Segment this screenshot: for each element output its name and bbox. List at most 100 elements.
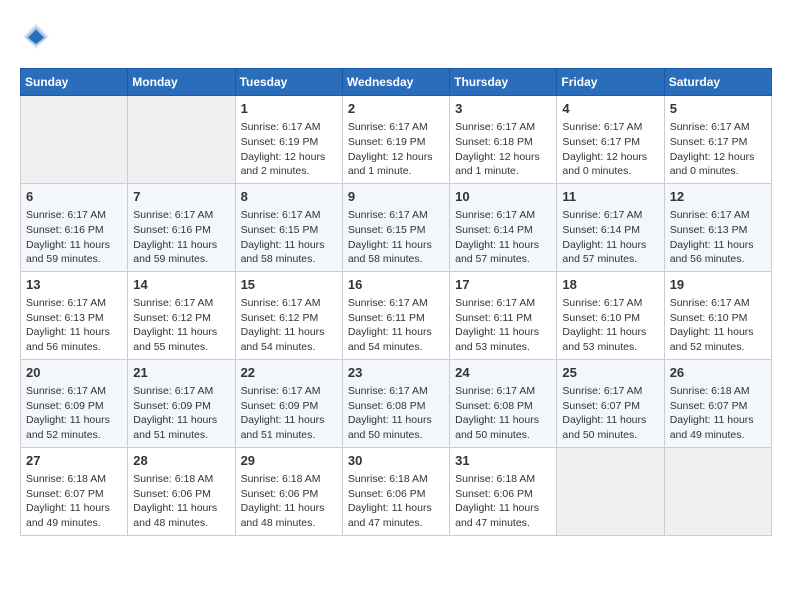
calendar-cell: 3 Sunrise: 6:17 AM Sunset: 6:18 PM Daylig… (450, 96, 557, 184)
day-number: 11 (562, 188, 658, 206)
calendar-table: SundayMondayTuesdayWednesdayThursdayFrid… (20, 68, 772, 536)
day-info: Sunrise: 6:17 AM Sunset: 6:15 PM Dayligh… (241, 208, 337, 267)
day-info: Sunrise: 6:17 AM Sunset: 6:12 PM Dayligh… (241, 296, 337, 355)
day-number: 21 (133, 364, 229, 382)
calendar-cell: 8 Sunrise: 6:17 AM Sunset: 6:15 PM Daylig… (235, 183, 342, 271)
day-number: 19 (670, 276, 766, 294)
calendar-cell: 18 Sunrise: 6:17 AM Sunset: 6:10 PM Dayli… (557, 271, 664, 359)
day-info: Sunrise: 6:17 AM Sunset: 6:08 PM Dayligh… (455, 384, 551, 443)
day-info: Sunrise: 6:17 AM Sunset: 6:10 PM Dayligh… (670, 296, 766, 355)
calendar-week-row: 27Sunrise: 6:18 AM Sunset: 6:07 PM Dayli… (21, 447, 772, 535)
day-info: Sunrise: 6:18 AM Sunset: 6:06 PM Dayligh… (455, 472, 551, 531)
calendar-cell: 15 Sunrise: 6:17 AM Sunset: 6:12 PM Dayli… (235, 271, 342, 359)
day-info: Sunrise: 6:17 AM Sunset: 6:16 PM Dayligh… (26, 208, 122, 267)
calendar-cell: 7 Sunrise: 6:17 AM Sunset: 6:16 PM Daylig… (128, 183, 235, 271)
day-info: Sunrise: 6:17 AM Sunset: 6:15 PM Dayligh… (348, 208, 444, 267)
day-number: 29 (241, 452, 337, 470)
day-info: Sunrise: 6:17 AM Sunset: 6:17 PM Dayligh… (562, 120, 658, 179)
day-number: 3 (455, 100, 551, 118)
day-info: Sunrise: 6:17 AM Sunset: 6:07 PM Dayligh… (562, 384, 658, 443)
calendar-cell: 25 Sunrise: 6:17 AM Sunset: 6:07 PM Dayli… (557, 359, 664, 447)
day-info: Sunrise: 6:17 AM Sunset: 6:17 PM Dayligh… (670, 120, 766, 179)
calendar-week-row: 20 Sunrise: 6:17 AM Sunset: 6:09 PM Dayli… (21, 359, 772, 447)
day-number: 30 (348, 452, 444, 470)
calendar-cell: 5 Sunrise: 6:17 AM Sunset: 6:17 PM Daylig… (664, 96, 771, 184)
day-info: Sunrise: 6:18 AM Sunset: 6:07 PM Dayligh… (26, 472, 122, 531)
day-number: 17 (455, 276, 551, 294)
calendar-cell: 13 Sunrise: 6:17 AM Sunset: 6:13 PM Dayli… (21, 271, 128, 359)
calendar-week-row: 6 Sunrise: 6:17 AM Sunset: 6:16 PM Daylig… (21, 183, 772, 271)
calendar-cell: 4 Sunrise: 6:17 AM Sunset: 6:17 PM Daylig… (557, 96, 664, 184)
calendar-week-row: 1 Sunrise: 6:17 AM Sunset: 6:19 PM Daylig… (21, 96, 772, 184)
calendar-cell: 24Sunrise: 6:17 AM Sunset: 6:08 PM Dayli… (450, 359, 557, 447)
day-info: Sunrise: 6:17 AM Sunset: 6:19 PM Dayligh… (348, 120, 444, 179)
calendar-cell: 27Sunrise: 6:18 AM Sunset: 6:07 PM Dayli… (21, 447, 128, 535)
calendar-cell: 6 Sunrise: 6:17 AM Sunset: 6:16 PM Daylig… (21, 183, 128, 271)
calendar-cell: 9 Sunrise: 6:17 AM Sunset: 6:15 PM Daylig… (342, 183, 449, 271)
calendar-cell: 23 Sunrise: 6:17 AM Sunset: 6:08 PM Dayli… (342, 359, 449, 447)
day-info: Sunrise: 6:18 AM Sunset: 6:06 PM Dayligh… (133, 472, 229, 531)
day-info: Sunrise: 6:17 AM Sunset: 6:11 PM Dayligh… (348, 296, 444, 355)
calendar-cell: 14Sunrise: 6:17 AM Sunset: 6:12 PM Dayli… (128, 271, 235, 359)
calendar-cell: 12 Sunrise: 6:17 AM Sunset: 6:13 PM Dayli… (664, 183, 771, 271)
day-info: Sunrise: 6:17 AM Sunset: 6:09 PM Dayligh… (133, 384, 229, 443)
day-info: Sunrise: 6:17 AM Sunset: 6:10 PM Dayligh… (562, 296, 658, 355)
weekday-header: Sunday (21, 69, 128, 96)
day-number: 28 (133, 452, 229, 470)
calendar-cell (557, 447, 664, 535)
day-number: 23 (348, 364, 444, 382)
calendar-cell: 31 Sunrise: 6:18 AM Sunset: 6:06 PM Dayli… (450, 447, 557, 535)
day-number: 2 (348, 100, 444, 118)
day-number: 1 (241, 100, 337, 118)
day-info: Sunrise: 6:17 AM Sunset: 6:13 PM Dayligh… (26, 296, 122, 355)
day-number: 31 (455, 452, 551, 470)
calendar-cell (21, 96, 128, 184)
day-number: 13 (26, 276, 122, 294)
day-info: Sunrise: 6:17 AM Sunset: 6:11 PM Dayligh… (455, 296, 551, 355)
calendar-cell: 21 Sunrise: 6:17 AM Sunset: 6:09 PM Dayli… (128, 359, 235, 447)
day-number: 26 (670, 364, 766, 382)
calendar-cell: 11Sunrise: 6:17 AM Sunset: 6:14 PM Dayli… (557, 183, 664, 271)
day-number: 9 (348, 188, 444, 206)
day-info: Sunrise: 6:17 AM Sunset: 6:09 PM Dayligh… (26, 384, 122, 443)
calendar-cell: 22Sunrise: 6:17 AM Sunset: 6:09 PM Dayli… (235, 359, 342, 447)
day-info: Sunrise: 6:17 AM Sunset: 6:13 PM Dayligh… (670, 208, 766, 267)
calendar-cell (128, 96, 235, 184)
calendar-week-row: 13 Sunrise: 6:17 AM Sunset: 6:13 PM Dayli… (21, 271, 772, 359)
day-info: Sunrise: 6:17 AM Sunset: 6:16 PM Dayligh… (133, 208, 229, 267)
day-number: 15 (241, 276, 337, 294)
day-number: 16 (348, 276, 444, 294)
calendar-cell: 16 Sunrise: 6:17 AM Sunset: 6:11 PM Dayli… (342, 271, 449, 359)
day-number: 8 (241, 188, 337, 206)
weekday-header-row: SundayMondayTuesdayWednesdayThursdayFrid… (21, 69, 772, 96)
day-number: 5 (670, 100, 766, 118)
day-number: 7 (133, 188, 229, 206)
day-number: 25 (562, 364, 658, 382)
day-number: 4 (562, 100, 658, 118)
day-info: Sunrise: 6:18 AM Sunset: 6:06 PM Dayligh… (348, 472, 444, 531)
day-number: 20 (26, 364, 122, 382)
day-info: Sunrise: 6:17 AM Sunset: 6:18 PM Dayligh… (455, 120, 551, 179)
day-info: Sunrise: 6:17 AM Sunset: 6:14 PM Dayligh… (455, 208, 551, 267)
logo (20, 20, 58, 52)
day-info: Sunrise: 6:18 AM Sunset: 6:06 PM Dayligh… (241, 472, 337, 531)
day-info: Sunrise: 6:17 AM Sunset: 6:19 PM Dayligh… (241, 120, 337, 179)
weekday-header: Friday (557, 69, 664, 96)
calendar-cell: 20 Sunrise: 6:17 AM Sunset: 6:09 PM Dayli… (21, 359, 128, 447)
calendar-cell: 29 Sunrise: 6:18 AM Sunset: 6:06 PM Dayli… (235, 447, 342, 535)
day-number: 10 (455, 188, 551, 206)
calendar-cell: 26Sunrise: 6:18 AM Sunset: 6:07 PM Dayli… (664, 359, 771, 447)
day-number: 18 (562, 276, 658, 294)
day-number: 12 (670, 188, 766, 206)
weekday-header: Tuesday (235, 69, 342, 96)
day-info: Sunrise: 6:17 AM Sunset: 6:09 PM Dayligh… (241, 384, 337, 443)
day-number: 6 (26, 188, 122, 206)
header (20, 20, 772, 52)
weekday-header: Wednesday (342, 69, 449, 96)
calendar-cell: 1 Sunrise: 6:17 AM Sunset: 6:19 PM Daylig… (235, 96, 342, 184)
calendar-cell: 19 Sunrise: 6:17 AM Sunset: 6:10 PM Dayli… (664, 271, 771, 359)
calendar-cell (664, 447, 771, 535)
weekday-header: Thursday (450, 69, 557, 96)
day-info: Sunrise: 6:17 AM Sunset: 6:08 PM Dayligh… (348, 384, 444, 443)
day-number: 14 (133, 276, 229, 294)
